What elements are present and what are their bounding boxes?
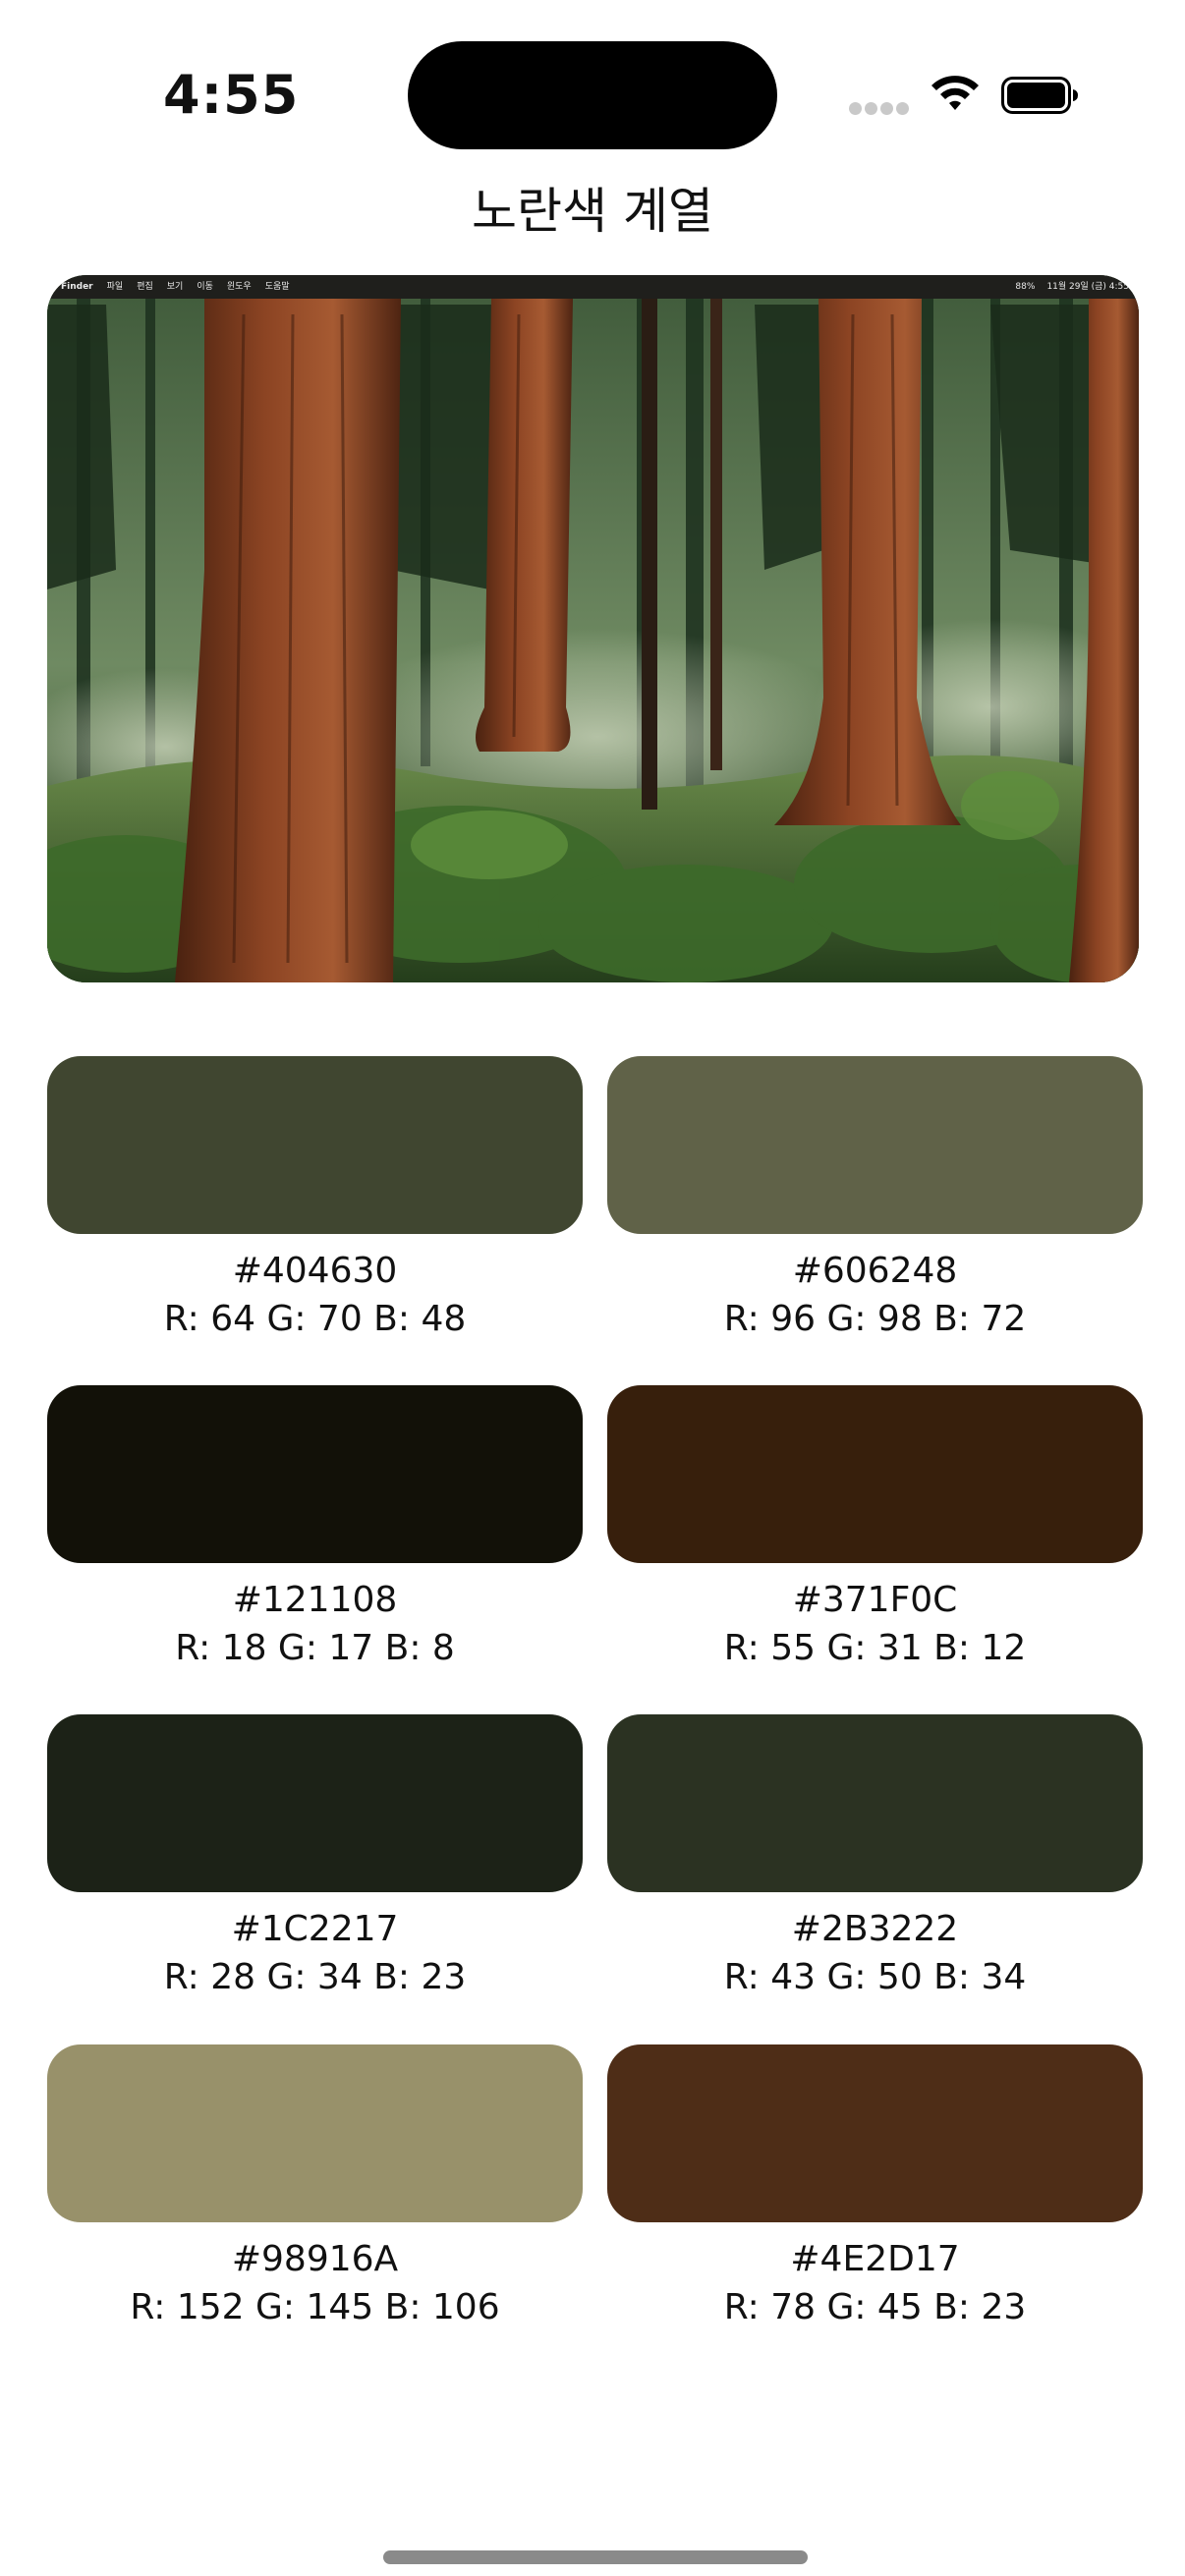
- swatch-color-block[interactable]: [47, 2044, 583, 2222]
- color-swatch[interactable]: #98916A R: 152 G: 145 B: 106: [47, 2044, 583, 2332]
- swatch-hex-label: #371F0C: [792, 1580, 958, 1620]
- menubar-item: 파일: [106, 282, 124, 292]
- home-indicator[interactable]: [383, 2550, 808, 2564]
- menubar-item: 도움말: [264, 282, 290, 292]
- dynamic-island: [408, 41, 777, 149]
- color-swatch[interactable]: #2B3222 R: 43 G: 50 B: 34: [607, 1714, 1143, 2002]
- mac-menubar: Finder 파일 편집 보기 이동 윈도우 도움말 88% 11월 29일 (…: [47, 275, 1139, 299]
- swatch-color-block[interactable]: [47, 1714, 583, 1892]
- color-swatch[interactable]: #1C2217 R: 28 G: 34 B: 23: [47, 1714, 583, 2002]
- wifi-icon: [931, 76, 979, 110]
- swatch-rgb-label: R: 18 G: 17 B: 8: [175, 1628, 455, 1668]
- swatch-color-block[interactable]: [607, 1714, 1143, 1892]
- color-swatch[interactable]: #606248 R: 96 G: 98 B: 72: [607, 1056, 1143, 1344]
- menubar-item: 보기: [166, 282, 184, 292]
- swatch-hex-label: #404630: [232, 1251, 398, 1291]
- menubar-item: Finder: [61, 282, 93, 292]
- battery-icon: [1001, 77, 1078, 114]
- color-swatch[interactable]: #371F0C R: 55 G: 31 B: 12: [607, 1385, 1143, 1673]
- swatch-hex-label: #1C2217: [231, 1909, 399, 1949]
- swatch-hex-label: #121108: [232, 1580, 398, 1620]
- cellular-signal-icon: [849, 102, 910, 116]
- status-time: 4:55: [163, 64, 300, 126]
- swatch-rgb-label: R: 43 G: 50 B: 34: [723, 1957, 1027, 1997]
- swatch-rgb-label: R: 96 G: 98 B: 72: [723, 1299, 1027, 1339]
- menubar-battery-percent: 88%: [1015, 282, 1036, 292]
- swatch-color-block[interactable]: [607, 2044, 1143, 2222]
- swatch-color-block[interactable]: [47, 1056, 583, 1234]
- forest-illustration: [47, 275, 1139, 982]
- swatch-hex-label: #4E2D17: [790, 2239, 960, 2279]
- swatch-hex-label: #2B3222: [791, 1909, 959, 1949]
- wallpaper-preview-image: Finder 파일 편집 보기 이동 윈도우 도움말 88% 11월 29일 (…: [47, 275, 1139, 982]
- swatch-color-block[interactable]: [607, 1056, 1143, 1234]
- menubar-item: 이동: [197, 282, 213, 292]
- swatch-rgb-label: R: 55 G: 31 B: 12: [723, 1628, 1027, 1668]
- swatch-rgb-label: R: 152 G: 145 B: 106: [130, 2287, 500, 2327]
- page-title: 노란색 계열: [472, 183, 713, 240]
- swatch-rgb-label: R: 64 G: 70 B: 48: [163, 1299, 467, 1339]
- color-swatch[interactable]: #121108 R: 18 G: 17 B: 8: [47, 1385, 583, 1673]
- menubar-item: 편집: [137, 282, 153, 292]
- swatch-hex-label: #98916A: [231, 2239, 399, 2279]
- swatch-hex-label: #606248: [792, 1251, 958, 1291]
- swatch-color-block[interactable]: [47, 1385, 583, 1563]
- color-swatch[interactable]: #404630 R: 64 G: 70 B: 48: [47, 1056, 583, 1344]
- menubar-clock: 11월 29일 (금) 4:55: [1046, 282, 1129, 292]
- swatch-rgb-label: R: 78 G: 45 B: 23: [723, 2287, 1027, 2327]
- swatch-color-block[interactable]: [607, 1385, 1143, 1563]
- swatch-rgb-label: R: 28 G: 34 B: 23: [163, 1957, 467, 1997]
- color-swatch[interactable]: #4E2D17 R: 78 G: 45 B: 23: [607, 2044, 1143, 2332]
- status-icons: [849, 73, 1085, 116]
- menubar-item: 윈도우: [226, 282, 252, 292]
